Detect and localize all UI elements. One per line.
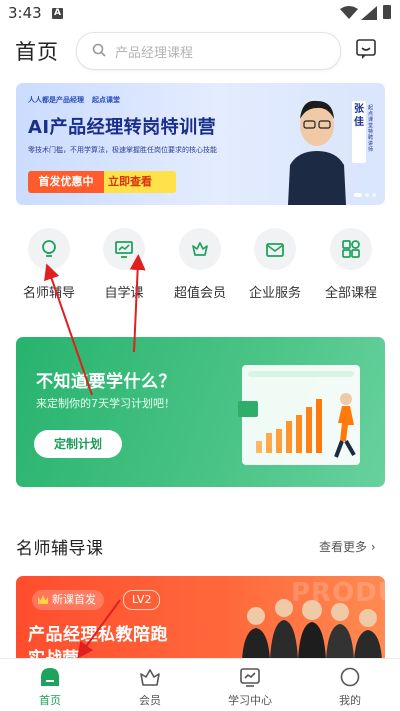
nav-label: 名师辅导 [22, 286, 75, 301]
tab-profile[interactable]: 我的 [300, 659, 400, 711]
banner-cta-button[interactable]: 首发优惠中 立即查看 [28, 171, 176, 193]
banner-cta-left: 首发优惠中 [28, 171, 104, 193]
nav-label: 全部课程 [324, 286, 377, 301]
plan-subtitle: 来定制你的7天学习计划吧！ [36, 397, 175, 410]
status-bar: 3:43 A [0, 0, 400, 28]
banner-pager [354, 193, 376, 197]
tab-member[interactable]: 会员 [100, 659, 200, 711]
plan-title: 不知道要学什么？ [36, 372, 176, 392]
nav-label: 超值会员 [173, 286, 226, 301]
header: 首页 产品经理课程 [0, 28, 400, 72]
nav-label: 企业服务 [248, 286, 301, 301]
badge-label: 新课首发 [52, 593, 96, 606]
quick-nav: 名师辅导 自学课 超值会员 企业服务 全部课程 [0, 228, 400, 308]
presentation-icon [103, 228, 145, 270]
page-title: 首页 [15, 40, 59, 64]
promo-banner[interactable]: 人人都是产品经理 起点课堂 AI产品经理转岗特训营 零技术门槛，不用学算法，极速… [16, 83, 385, 205]
banner-cta-right: 立即查看 [108, 175, 152, 188]
speaker-photo [288, 100, 346, 205]
status-time: 3:43 [8, 4, 42, 22]
crown-icon [38, 595, 48, 604]
new-course-badge: 新课首发 [32, 590, 104, 610]
growth-chart-illustration [238, 365, 360, 465]
notification-icon: A [52, 8, 63, 19]
banner-logos: 人人都是产品经理 起点课堂 [28, 95, 120, 105]
nav-item-enterprise[interactable]: 企业服务 [237, 228, 313, 301]
grid-icon [330, 228, 372, 270]
pager-dot [354, 193, 362, 197]
banner-logo-1: 人人都是产品经理 [28, 96, 84, 104]
course-name: 产品经理私教陪跑 [28, 625, 168, 645]
search-input[interactable]: 产品经理课程 [76, 32, 341, 70]
mentors-photo [242, 599, 382, 660]
see-more-link[interactable]: 查看更多 › [319, 538, 376, 555]
bulb-icon [28, 228, 70, 270]
banner-title: AI产品经理转岗特训营 [28, 117, 217, 138]
member-crown-icon [100, 664, 200, 690]
tab-label: 学习中心 [228, 694, 272, 707]
bottom-tab-bar: 首页 会员 学习中心 我的 [0, 658, 400, 711]
course-card[interactable]: PRODUC 新课首发 LV2 产品经理私教陪跑 实战营 [16, 576, 385, 660]
pager-dot [365, 193, 369, 197]
speaker-desc: 起点课堂特聘讲师 [368, 105, 374, 153]
level-badge: LV2 [123, 590, 161, 610]
see-more-label: 查看更多 [319, 540, 368, 554]
tab-home[interactable]: 首页 [0, 659, 100, 711]
section-title: 名师辅导课 [16, 539, 104, 559]
chevron-right-icon: › [370, 540, 376, 554]
signal-icon [361, 6, 377, 20]
nav-item-self-study[interactable]: 自学课 [86, 228, 162, 301]
pager-dot [372, 193, 376, 197]
profile-icon [300, 664, 400, 690]
envelope-icon [254, 228, 296, 270]
section-header: 名师辅导课 查看更多 › [0, 534, 400, 562]
banner-logo-2: 起点课堂 [92, 96, 120, 104]
tab-study-center[interactable]: 学习中心 [200, 659, 300, 711]
study-plan-card[interactable]: 不知道要学什么？ 来定制你的7天学习计划吧！ 定制计划 [16, 337, 385, 487]
tab-label: 会员 [139, 694, 161, 707]
tab-label: 首页 [39, 694, 61, 707]
custom-plan-button[interactable]: 定制计划 [34, 430, 122, 458]
wifi-icon [340, 6, 358, 19]
study-center-icon [200, 664, 300, 690]
speaker-name: 张佳 [352, 101, 366, 163]
message-icon[interactable] [355, 38, 377, 60]
nav-item-all-courses[interactable]: 全部课程 [313, 228, 389, 301]
nav-item-tutoring[interactable]: 名师辅导 [11, 228, 87, 301]
nav-item-vip[interactable]: 超值会员 [162, 228, 238, 301]
search-placeholder: 产品经理课程 [115, 46, 194, 61]
nav-label: 自学课 [104, 286, 144, 301]
search-icon [92, 43, 106, 57]
banner-subtitle: 零技术门槛，不用学算法，极速掌握胜任岗位要求的核心技能 [28, 146, 217, 154]
battery-icon [383, 5, 391, 19]
vip-crown-icon [179, 228, 221, 270]
tab-label: 我的 [339, 694, 361, 707]
home-icon [0, 664, 100, 690]
